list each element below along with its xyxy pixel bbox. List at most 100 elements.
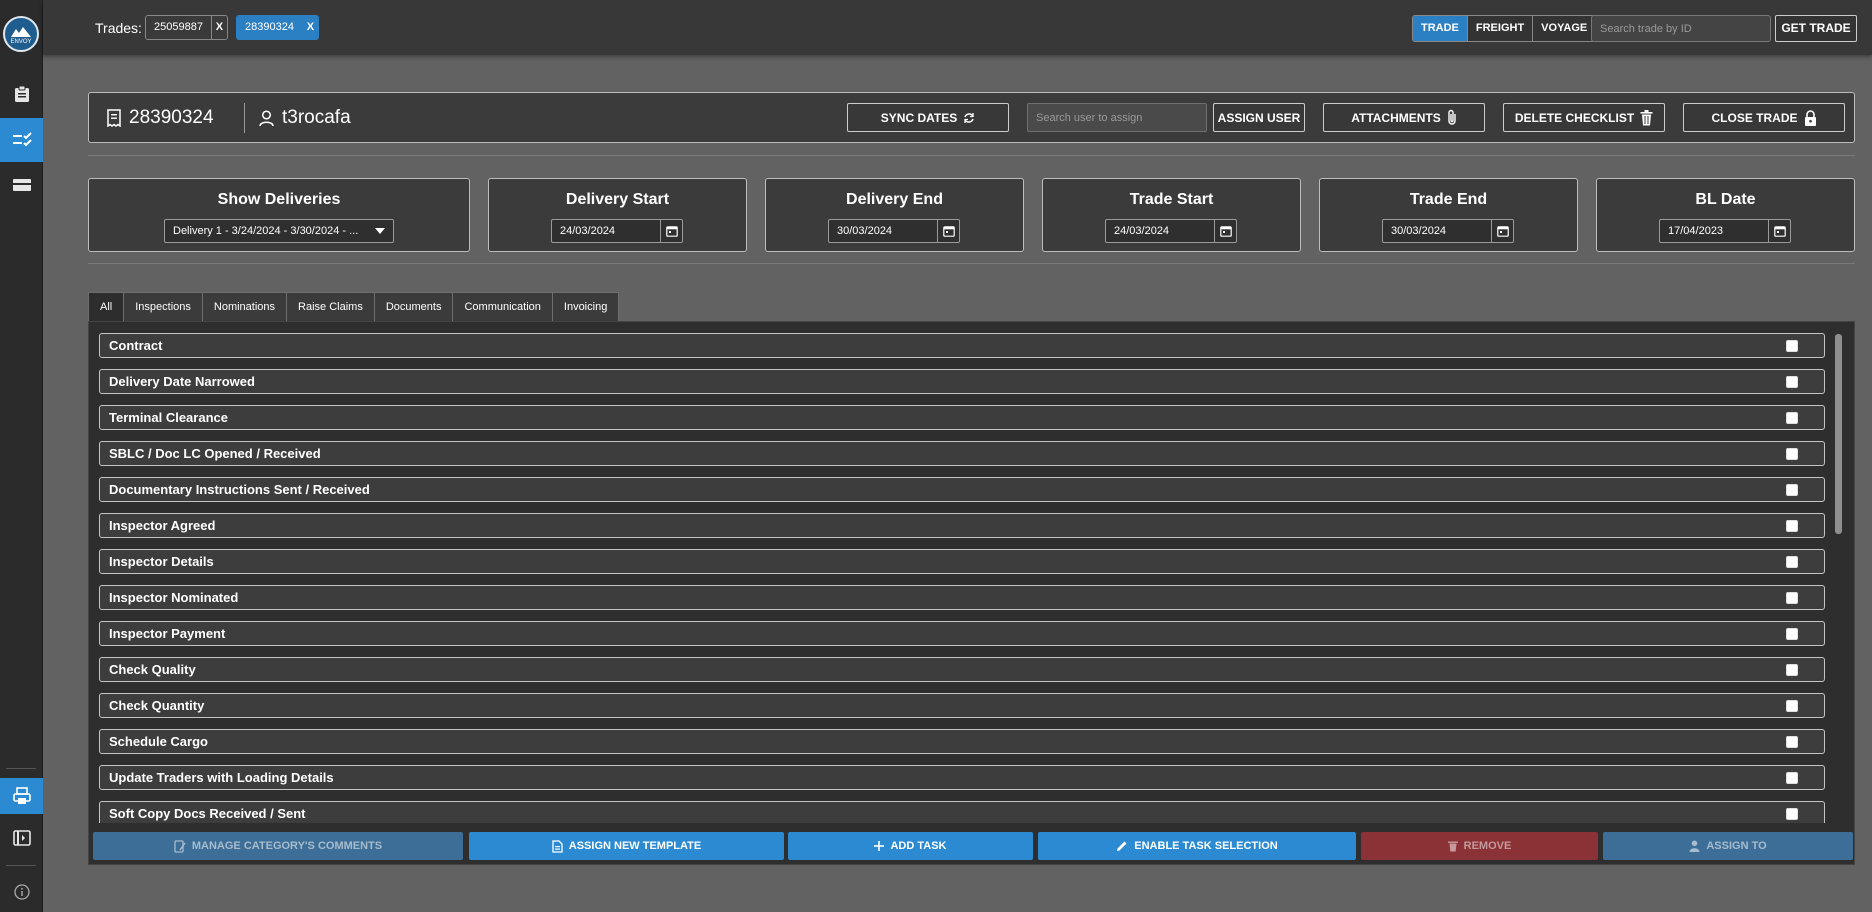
tab-communication[interactable]: Communication xyxy=(452,292,553,321)
task-checkbox[interactable] xyxy=(1786,556,1798,568)
task-checkbox[interactable] xyxy=(1786,628,1798,640)
card-icon[interactable] xyxy=(0,163,43,207)
add-task-button[interactable]: ADD TASK xyxy=(788,832,1033,860)
info-icon[interactable] xyxy=(0,874,43,910)
trade-end-value[interactable]: 30/03/2024 xyxy=(1383,220,1491,242)
task-checkbox[interactable] xyxy=(1786,340,1798,352)
mode-voyage-button[interactable]: VOYAGE xyxy=(1533,16,1596,41)
trade-start-date-field[interactable]: 24/03/2024 xyxy=(1105,219,1237,243)
task-checkbox[interactable] xyxy=(1786,592,1798,604)
task-checkbox[interactable] xyxy=(1786,664,1798,676)
task-checkbox[interactable] xyxy=(1786,448,1798,460)
task-label: Delivery Date Narrowed xyxy=(109,374,255,389)
trade-end-date-field[interactable]: 30/03/2024 xyxy=(1382,219,1514,243)
trash-icon xyxy=(1640,109,1653,125)
task-row[interactable]: Contract xyxy=(99,333,1825,358)
trade-chip-28390324[interactable]: 28390324 X xyxy=(236,15,319,40)
tab-all[interactable]: All xyxy=(88,292,125,321)
tab-inspections[interactable]: Inspections xyxy=(123,292,203,321)
task-label: Check Quantity xyxy=(109,698,205,713)
task-row[interactable]: Update Traders with Loading Details xyxy=(99,765,1825,790)
sync-dates-button[interactable]: SYNC DATES xyxy=(847,103,1009,132)
calendar-icon[interactable] xyxy=(1768,220,1790,242)
task-label: Terminal Clearance xyxy=(109,410,228,425)
task-row[interactable]: Inspector Details xyxy=(99,549,1825,574)
task-label: Inspector Nominated xyxy=(109,590,239,605)
assign-user-search-input[interactable] xyxy=(1027,103,1207,132)
delivery-end-value[interactable]: 30/03/2024 xyxy=(829,220,937,242)
collapse-panel-icon[interactable] xyxy=(0,820,43,856)
bl-date-value[interactable]: 17/04/2023 xyxy=(1660,220,1768,242)
task-checkbox[interactable] xyxy=(1786,808,1798,820)
mode-trade-button[interactable]: TRADE xyxy=(1413,16,1468,41)
enable-task-selection-button[interactable]: ENABLE TASK SELECTION xyxy=(1038,832,1356,860)
task-row[interactable]: Inspector Nominated xyxy=(99,585,1825,610)
task-row[interactable]: Check Quantity xyxy=(99,693,1825,718)
delete-checklist-button[interactable]: DELETE CHECKLIST xyxy=(1503,103,1665,132)
task-checkbox[interactable] xyxy=(1786,484,1798,496)
clipboard-icon[interactable] xyxy=(0,72,43,116)
user-icon xyxy=(1689,840,1700,852)
task-row[interactable]: Inspector Agreed xyxy=(99,513,1825,538)
get-trade-button[interactable]: GET TRADE xyxy=(1775,15,1857,42)
task-checkbox[interactable] xyxy=(1786,412,1798,424)
task-row[interactable]: Inspector Payment xyxy=(99,621,1825,646)
task-row[interactable]: Terminal Clearance xyxy=(99,405,1825,430)
trade-id-text: 28390324 xyxy=(129,107,214,128)
calendar-icon[interactable] xyxy=(1214,220,1236,242)
task-checkbox[interactable] xyxy=(1786,772,1798,784)
bl-date-field[interactable]: 17/04/2023 xyxy=(1659,219,1791,243)
trade-chip-25059887[interactable]: 25059887 X xyxy=(145,15,228,40)
delivery-start-card: Delivery Start 24/03/2024 xyxy=(488,178,747,252)
tab-raise-claims[interactable]: Raise Claims xyxy=(286,292,375,321)
task-checkbox[interactable] xyxy=(1786,736,1798,748)
trade-chip-id[interactable]: 25059887 xyxy=(146,16,211,39)
mode-freight-button[interactable]: FREIGHT xyxy=(1467,16,1534,41)
task-row[interactable]: Check Quality xyxy=(99,657,1825,682)
delivery-start-value[interactable]: 24/03/2024 xyxy=(552,220,660,242)
task-checkbox[interactable] xyxy=(1786,520,1798,532)
calendar-icon[interactable] xyxy=(937,220,959,242)
attachments-button[interactable]: ATTACHMENTS xyxy=(1323,103,1485,132)
file-icon xyxy=(552,839,563,853)
task-list-scrollbar[interactable] xyxy=(1835,334,1842,534)
trade-search-input[interactable] xyxy=(1591,15,1771,42)
calendar-icon[interactable] xyxy=(1491,220,1513,242)
paperclip-icon xyxy=(1448,109,1456,125)
delivery-start-date-field[interactable]: 24/03/2024 xyxy=(551,219,683,243)
checklist-icon[interactable] xyxy=(0,118,43,162)
trade-start-card: Trade Start 24/03/2024 xyxy=(1042,178,1301,252)
sidebar-divider xyxy=(6,768,36,769)
task-row[interactable]: Schedule Cargo xyxy=(99,729,1825,754)
show-deliveries-card: Show Deliveries Delivery 1 - 3/24/2024 -… xyxy=(88,178,470,252)
task-row[interactable]: Documentary Instructions Sent / Received xyxy=(99,477,1825,502)
task-checkbox[interactable] xyxy=(1786,700,1798,712)
assign-template-button[interactable]: ASSIGN NEW TEMPLATE xyxy=(469,832,784,860)
tab-documents[interactable]: Documents xyxy=(373,292,454,321)
close-trade-button[interactable]: CLOSE TRADE xyxy=(1683,103,1845,132)
tab-invoicing[interactable]: Invoicing xyxy=(551,292,620,321)
deliveries-select[interactable]: Delivery 1 - 3/24/2024 - 3/30/2024 - ... xyxy=(164,219,394,243)
assign-to-button[interactable]: ASSIGN TO xyxy=(1603,832,1853,860)
task-row[interactable]: Delivery Date Narrowed xyxy=(99,369,1825,394)
trades-label: Trades: xyxy=(95,20,142,36)
chevron-down-icon xyxy=(375,228,385,234)
manage-comments-button[interactable]: MANAGE CATEGORY'S COMMENTS xyxy=(93,832,463,860)
task-checkbox[interactable] xyxy=(1786,376,1798,388)
trade-chip-close-button[interactable]: X xyxy=(301,16,318,39)
remove-button[interactable]: REMOVE xyxy=(1361,832,1598,860)
trade-chip-close-button[interactable]: X xyxy=(210,16,227,39)
remove-label: REMOVE xyxy=(1463,840,1512,852)
trash-icon xyxy=(1447,841,1458,852)
printer-icon[interactable] xyxy=(0,778,43,814)
task-row[interactable]: SBLC / Doc LC Opened / Received xyxy=(99,441,1825,466)
calendar-icon[interactable] xyxy=(660,220,682,242)
assign-user-button[interactable]: ASSIGN USER xyxy=(1213,103,1305,132)
task-label: SBLC / Doc LC Opened / Received xyxy=(109,446,321,461)
task-row[interactable]: Soft Copy Docs Received / Sent xyxy=(99,801,1825,823)
tab-nominations[interactable]: Nominations xyxy=(201,292,288,321)
trade-chip-id[interactable]: 28390324 xyxy=(237,16,302,39)
delivery-end-date-field[interactable]: 30/03/2024 xyxy=(828,219,960,243)
envoy-logo[interactable]: ENVOY xyxy=(3,16,39,52)
trade-start-value[interactable]: 24/03/2024 xyxy=(1106,220,1214,242)
